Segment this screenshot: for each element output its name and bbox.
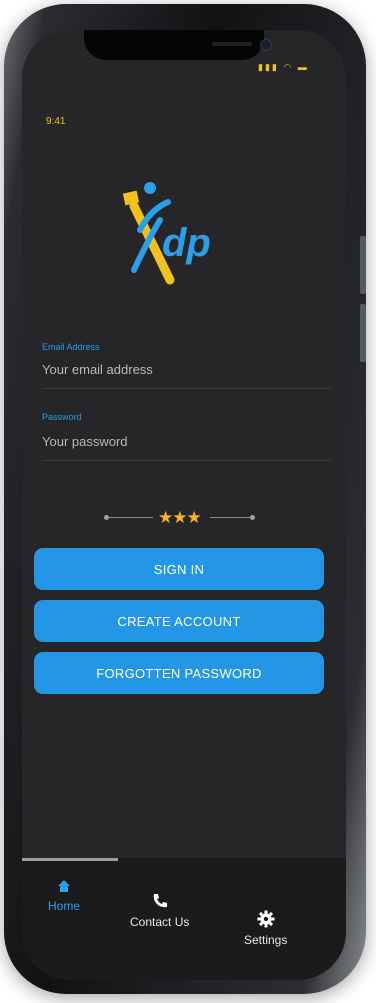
battery-icon: ▬ [297,62,309,72]
phone-icon [153,894,167,908]
divider-line [210,517,250,518]
tab-home[interactable]: Home [48,878,80,913]
email-field[interactable]: Your email address [42,362,153,377]
divider-line [109,517,153,518]
password-label: Password [42,412,82,422]
tab-label-home: Home [48,899,81,913]
password-field[interactable]: Your password [42,434,128,449]
tab-label-settings: Settings [244,933,288,947]
email-label: Email Address [42,342,100,352]
status-icons: ▮▮▮ ◠ ▬ [258,62,309,73]
sign-in-button[interactable]: SIGN IN [34,548,324,590]
wifi-icon: ◠ [283,62,294,72]
phone-frame: 9:41 ▮▮▮ ◠ ▬ dp Email Address Your email… [4,4,366,994]
gear-icon [257,910,275,928]
forgotten-password-button[interactable]: FORGOTTEN PASSWORD [34,652,324,694]
home-icon [58,880,70,892]
rating-divider: ★★★ [102,508,262,528]
password-divider [42,460,332,461]
create-account-button[interactable]: CREATE ACCOUNT [34,600,324,642]
tab-settings[interactable]: Settings [244,910,287,947]
notch [84,30,272,60]
divider-dot [250,515,255,520]
signal-icon: ▮▮▮ [258,62,279,72]
app-screen: 9:41 ▮▮▮ ◠ ▬ dp Email Address Your email… [22,30,346,980]
tab-bar: Home Contact Us Settings [22,858,346,980]
star-icons: ★★★ [158,508,202,527]
speaker-grille [212,42,252,46]
email-divider [42,388,332,389]
logo-text: dp [162,221,211,265]
tab-label-contact-us: Contact Us [130,915,190,929]
side-button [360,236,366,294]
side-button [360,304,366,362]
front-camera [260,39,272,51]
tab-indicator [22,858,118,861]
app-logo: dp [122,182,211,285]
tab-contact-us[interactable]: Contact Us [130,892,189,929]
status-time: 9:41 [46,116,66,127]
